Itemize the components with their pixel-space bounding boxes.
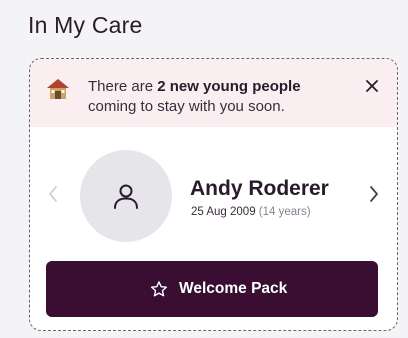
welcome-pack-label: Welcome Pack xyxy=(179,280,288,297)
notification-banner: There are 2 new young people coming to s… xyxy=(30,59,397,127)
close-icon[interactable] xyxy=(363,77,381,95)
welcome-pack-button[interactable]: Welcome Pack xyxy=(46,261,378,317)
star-icon xyxy=(150,280,168,298)
house-icon xyxy=(46,77,70,101)
banner-text-prefix: There are xyxy=(88,78,158,95)
avatar xyxy=(80,150,172,242)
banner-message: There are 2 new young people coming to s… xyxy=(88,77,350,117)
young-person-card: There are 2 new young people coming to s… xyxy=(29,58,398,331)
page-title: In My Care xyxy=(28,12,143,38)
person-dob-line: 25 Aug 2009 (14 years) xyxy=(191,206,311,218)
chevron-right-icon[interactable] xyxy=(367,183,381,205)
person-age: (14 years) xyxy=(258,206,311,218)
chevron-left-icon[interactable] xyxy=(46,183,60,205)
person-dob: 25 Aug 2009 xyxy=(191,206,256,218)
banner-text-count: 2 new young people xyxy=(157,78,301,95)
user-icon xyxy=(114,184,138,209)
banner-text-suffix: coming to stay with you soon. xyxy=(88,98,285,115)
person-name: Andy Roderer xyxy=(190,177,329,200)
